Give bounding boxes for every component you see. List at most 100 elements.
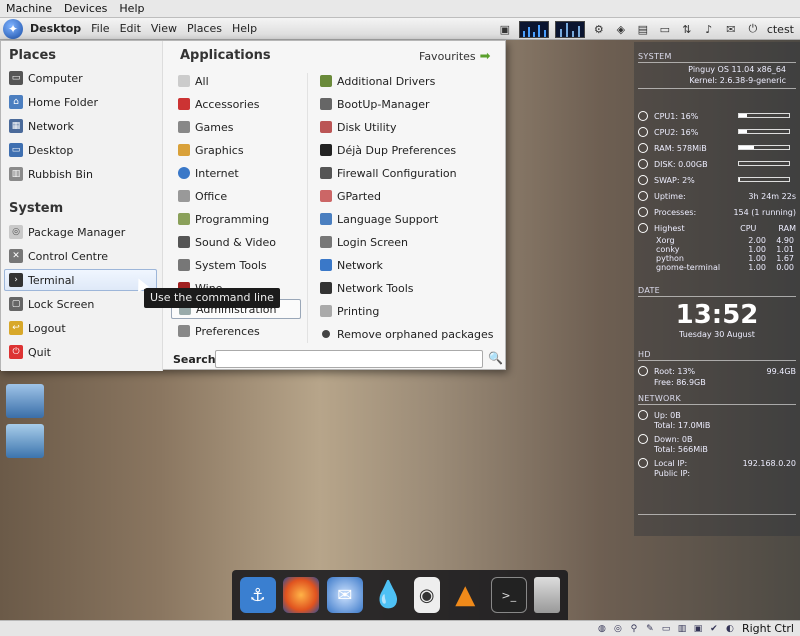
- favourites-button[interactable]: Favourites ➡: [419, 49, 491, 64]
- swap-bar: [738, 177, 790, 182]
- bootup-icon: [320, 98, 332, 110]
- conky-divider: [638, 62, 796, 63]
- office-icon: [178, 190, 190, 202]
- window-list-icon[interactable]: ▣: [497, 21, 513, 37]
- category-sound-video[interactable]: Sound & Video: [178, 232, 303, 252]
- panel-menu-places[interactable]: Places: [182, 22, 227, 35]
- remove-orphaned-icon: [322, 330, 330, 338]
- mouse-status-icon[interactable]: ◐: [724, 623, 736, 635]
- category-accessories[interactable]: Accessories: [178, 94, 303, 114]
- app-printing[interactable]: Printing: [320, 301, 500, 321]
- conky-kernel: Kernel: 2.6.38-9-generic: [689, 76, 786, 85]
- dock-anchor-icon[interactable]: ⚓: [239, 577, 276, 613]
- places-item-network[interactable]: ▦ Network: [9, 115, 157, 137]
- panel-menu-edit[interactable]: Edit: [115, 22, 146, 35]
- places-item-rubbish-bin[interactable]: ▥ Rubbish Bin: [9, 163, 157, 185]
- system-item-lock-screen[interactable]: ▢ Lock Screen: [9, 293, 157, 315]
- conky-down-total-row: Total: 566MiB: [654, 444, 708, 454]
- conky-sys-info: Pinguy OS 11.04 x86_64 Kernel: 2.6.38-9-…: [688, 64, 786, 86]
- display-icon[interactable]: ▭: [657, 21, 673, 37]
- category-programming[interactable]: Programming: [178, 209, 303, 229]
- ram-bar: [738, 145, 790, 150]
- app-bootup-manager[interactable]: BootUp-Manager: [320, 94, 500, 114]
- tooltip: Use the command line: [144, 288, 280, 308]
- conky-clock: 13:52: [675, 300, 759, 330]
- panel-menu-help[interactable]: Help: [227, 22, 262, 35]
- dock-mail-icon[interactable]: ✉: [326, 577, 363, 613]
- edit-status-icon[interactable]: ✎: [644, 623, 656, 635]
- dock-terminal-icon[interactable]: >_: [490, 577, 527, 613]
- category-internet[interactable]: Internet: [178, 163, 303, 183]
- network-status-icon[interactable]: ▥: [676, 623, 688, 635]
- app-language-support[interactable]: Language Support: [320, 209, 500, 229]
- app-network-tools[interactable]: Network Tools: [320, 278, 500, 298]
- power-icon[interactable]: ⏻: [745, 21, 761, 37]
- table-row: python 1.00 1.67: [656, 254, 794, 263]
- network-tray-icon[interactable]: ⇅: [679, 21, 695, 37]
- app-deja-dup[interactable]: Déjà Dup Preferences: [320, 140, 500, 160]
- hdd-status-icon[interactable]: ◍: [596, 623, 608, 635]
- host-menu-help[interactable]: Help: [113, 2, 150, 15]
- category-system-tools[interactable]: System Tools: [178, 255, 303, 275]
- category-all[interactable]: All: [178, 71, 303, 91]
- conky-divider: [638, 514, 796, 515]
- system-item-quit[interactable]: ⏻ Quit: [9, 341, 157, 363]
- cd-status-icon[interactable]: ◎: [612, 623, 624, 635]
- panel-menu-view[interactable]: View: [146, 22, 182, 35]
- dock-drop-icon[interactable]: 💧: [370, 577, 406, 613]
- host-menu-machine[interactable]: Machine: [0, 2, 58, 15]
- places-title: Places: [9, 48, 57, 63]
- network-app-icon: [320, 259, 332, 271]
- category-preferences[interactable]: Preferences: [178, 321, 303, 341]
- folder-status-icon[interactable]: ▭: [660, 623, 672, 635]
- conky-divider: [638, 404, 796, 405]
- category-graphics[interactable]: Graphics: [178, 140, 303, 160]
- app-remove-orphaned[interactable]: Remove orphaned packages: [320, 324, 500, 344]
- app-firewall[interactable]: Firewall Configuration: [320, 163, 500, 183]
- places-item-computer[interactable]: ▭ Computer: [9, 67, 157, 89]
- settings-icon[interactable]: ⚙: [591, 21, 607, 37]
- clipboard-icon[interactable]: ▤: [635, 21, 651, 37]
- panel-menu-file[interactable]: File: [86, 22, 114, 35]
- dock-vlc-icon[interactable]: ▲: [447, 577, 483, 613]
- places-item-desktop[interactable]: ▭ Desktop: [9, 139, 157, 161]
- distro-logo-icon[interactable]: ✦: [3, 18, 23, 39]
- app-disk-utility[interactable]: Disk Utility: [320, 117, 500, 137]
- dock-firefox-icon[interactable]: [283, 577, 320, 613]
- search-icon[interactable]: 🔍: [488, 351, 503, 365]
- places-item-home-folder[interactable]: ⌂ Home Folder: [9, 91, 157, 113]
- host-menu-devices[interactable]: Devices: [58, 2, 113, 15]
- dock-trash-icon[interactable]: [534, 577, 561, 613]
- usb-status-icon[interactable]: ⚲: [628, 623, 640, 635]
- system-item-logout[interactable]: ↩ Logout: [9, 317, 157, 339]
- downloads-folder-icon[interactable]: [6, 424, 44, 458]
- monitor-status-icon[interactable]: ▣: [692, 623, 704, 635]
- uptime-icon: [638, 191, 648, 201]
- video-folder-icon[interactable]: [6, 384, 44, 418]
- volume-icon[interactable]: ♪: [701, 21, 717, 37]
- search-input[interactable]: [215, 350, 483, 368]
- system-item-control-centre[interactable]: ✕ Control Centre: [9, 245, 157, 267]
- accessories-icon: [178, 98, 190, 110]
- lock-icon: ▢: [9, 297, 23, 311]
- app-additional-drivers[interactable]: Additional Drivers: [320, 71, 500, 91]
- host-key-label: Right Ctrl: [741, 622, 794, 635]
- user-name[interactable]: ctest: [767, 23, 794, 36]
- mail-tray-icon[interactable]: ✉: [723, 21, 739, 37]
- app-gparted[interactable]: GParted: [320, 186, 500, 206]
- category-games[interactable]: Games: [178, 117, 303, 137]
- host-statusbar: ◍ ◎ ⚲ ✎ ▭ ▥ ▣ ✔ ◐ Right Ctrl: [0, 620, 800, 636]
- all-icon: [178, 75, 190, 87]
- panel-menu-desktop[interactable]: Desktop: [27, 22, 86, 35]
- shield-icon[interactable]: ◈: [613, 21, 629, 37]
- system-item-package-manager[interactable]: ◎ Package Manager: [9, 221, 157, 243]
- check-status-icon[interactable]: ✔: [708, 623, 720, 635]
- printer-icon: [320, 305, 332, 317]
- disk-utility-icon: [320, 121, 332, 133]
- terminal-icon: ›: [9, 273, 23, 287]
- category-office[interactable]: Office: [178, 186, 303, 206]
- app-network[interactable]: Network: [320, 255, 500, 275]
- dock-speaker-icon[interactable]: ◉: [413, 577, 440, 613]
- app-login-screen[interactable]: Login Screen: [320, 232, 500, 252]
- quit-icon: ⏻: [9, 345, 23, 359]
